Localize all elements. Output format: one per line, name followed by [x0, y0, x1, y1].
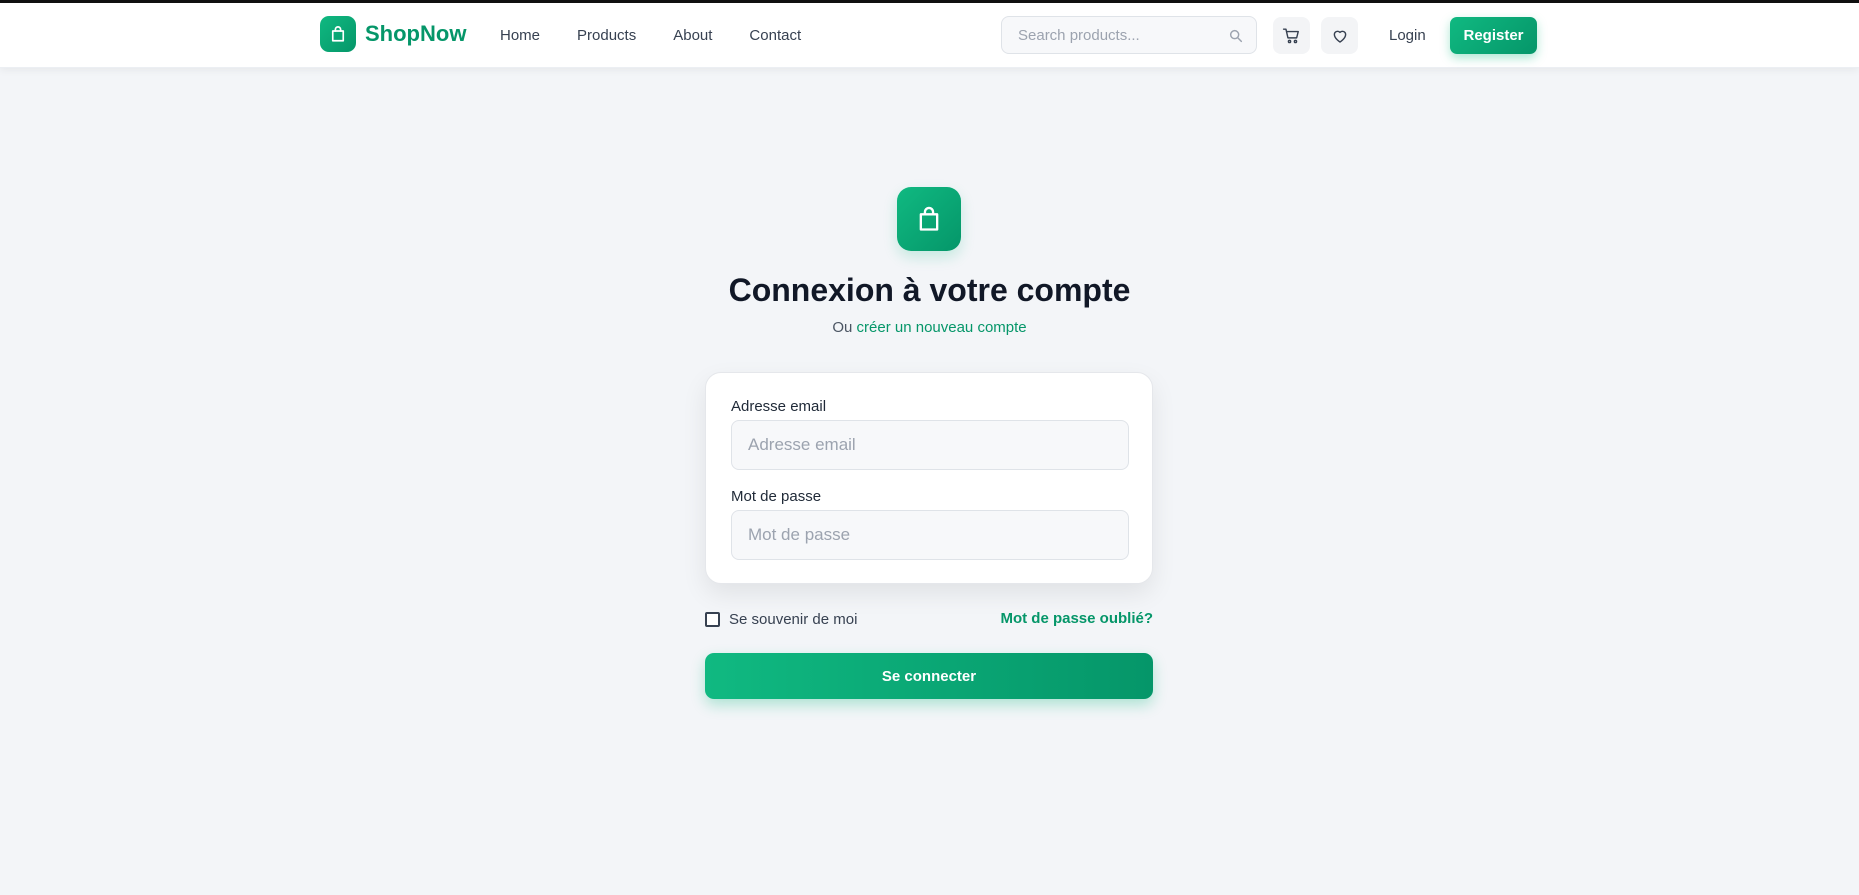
- forgot-password-link[interactable]: Mot de passe oublié?: [1000, 610, 1153, 627]
- navbar: ShopNow Home Products About Contact Sear…: [0, 3, 1859, 68]
- password-field[interactable]: [731, 510, 1129, 560]
- login-form-card: Adresse email Mot de passe: [705, 372, 1153, 584]
- nav-link-products[interactable]: Products: [577, 27, 636, 44]
- shopping-bag-icon: [919, 206, 939, 231]
- nav-links: Home Products About Contact: [500, 3, 838, 68]
- brand-logo: [320, 16, 356, 52]
- password-label: Mot de passe: [731, 488, 822, 505]
- create-account-link[interactable]: créer un nouveau compte: [857, 319, 1027, 336]
- brand-name: ShopNow: [365, 21, 467, 46]
- remember-me[interactable]: Se souvenir de moi: [705, 610, 857, 628]
- register-button[interactable]: Register: [1450, 17, 1537, 54]
- search-icon[interactable]: [1228, 28, 1244, 44]
- subtitle-prefix: Ou: [832, 319, 857, 336]
- nav-link-home[interactable]: Home: [500, 27, 540, 44]
- nav-link-about[interactable]: About: [673, 27, 712, 44]
- sign-in-button[interactable]: Se connecter: [705, 653, 1153, 699]
- brand-home-link[interactable]: ShopNow: [320, 16, 466, 52]
- nav-link-contact[interactable]: Contact: [749, 27, 801, 44]
- email-field[interactable]: [731, 420, 1129, 470]
- shopping-bag-icon: [331, 26, 345, 42]
- heart-icon: [1333, 30, 1346, 43]
- wishlist-button[interactable]: [1321, 17, 1358, 54]
- page-subtitle: Ou créer un nouveau compte: [0, 319, 1859, 336]
- cart-button[interactable]: [1273, 17, 1310, 54]
- remember-me-label: Se souvenir de moi: [729, 610, 858, 628]
- hero-logo: [897, 187, 961, 251]
- search-box: [1001, 16, 1257, 54]
- navbar-inner: ShopNow Home Products About Contact Sear…: [320, 3, 1538, 68]
- remember-me-checkbox[interactable]: [705, 611, 720, 627]
- login-link[interactable]: Login: [1389, 3, 1426, 68]
- cart-icon: [1282, 28, 1299, 44]
- page-title: Connexion à votre compte: [728, 272, 1131, 308]
- email-label: Adresse email: [731, 398, 827, 415]
- search-input[interactable]: [1002, 17, 1256, 53]
